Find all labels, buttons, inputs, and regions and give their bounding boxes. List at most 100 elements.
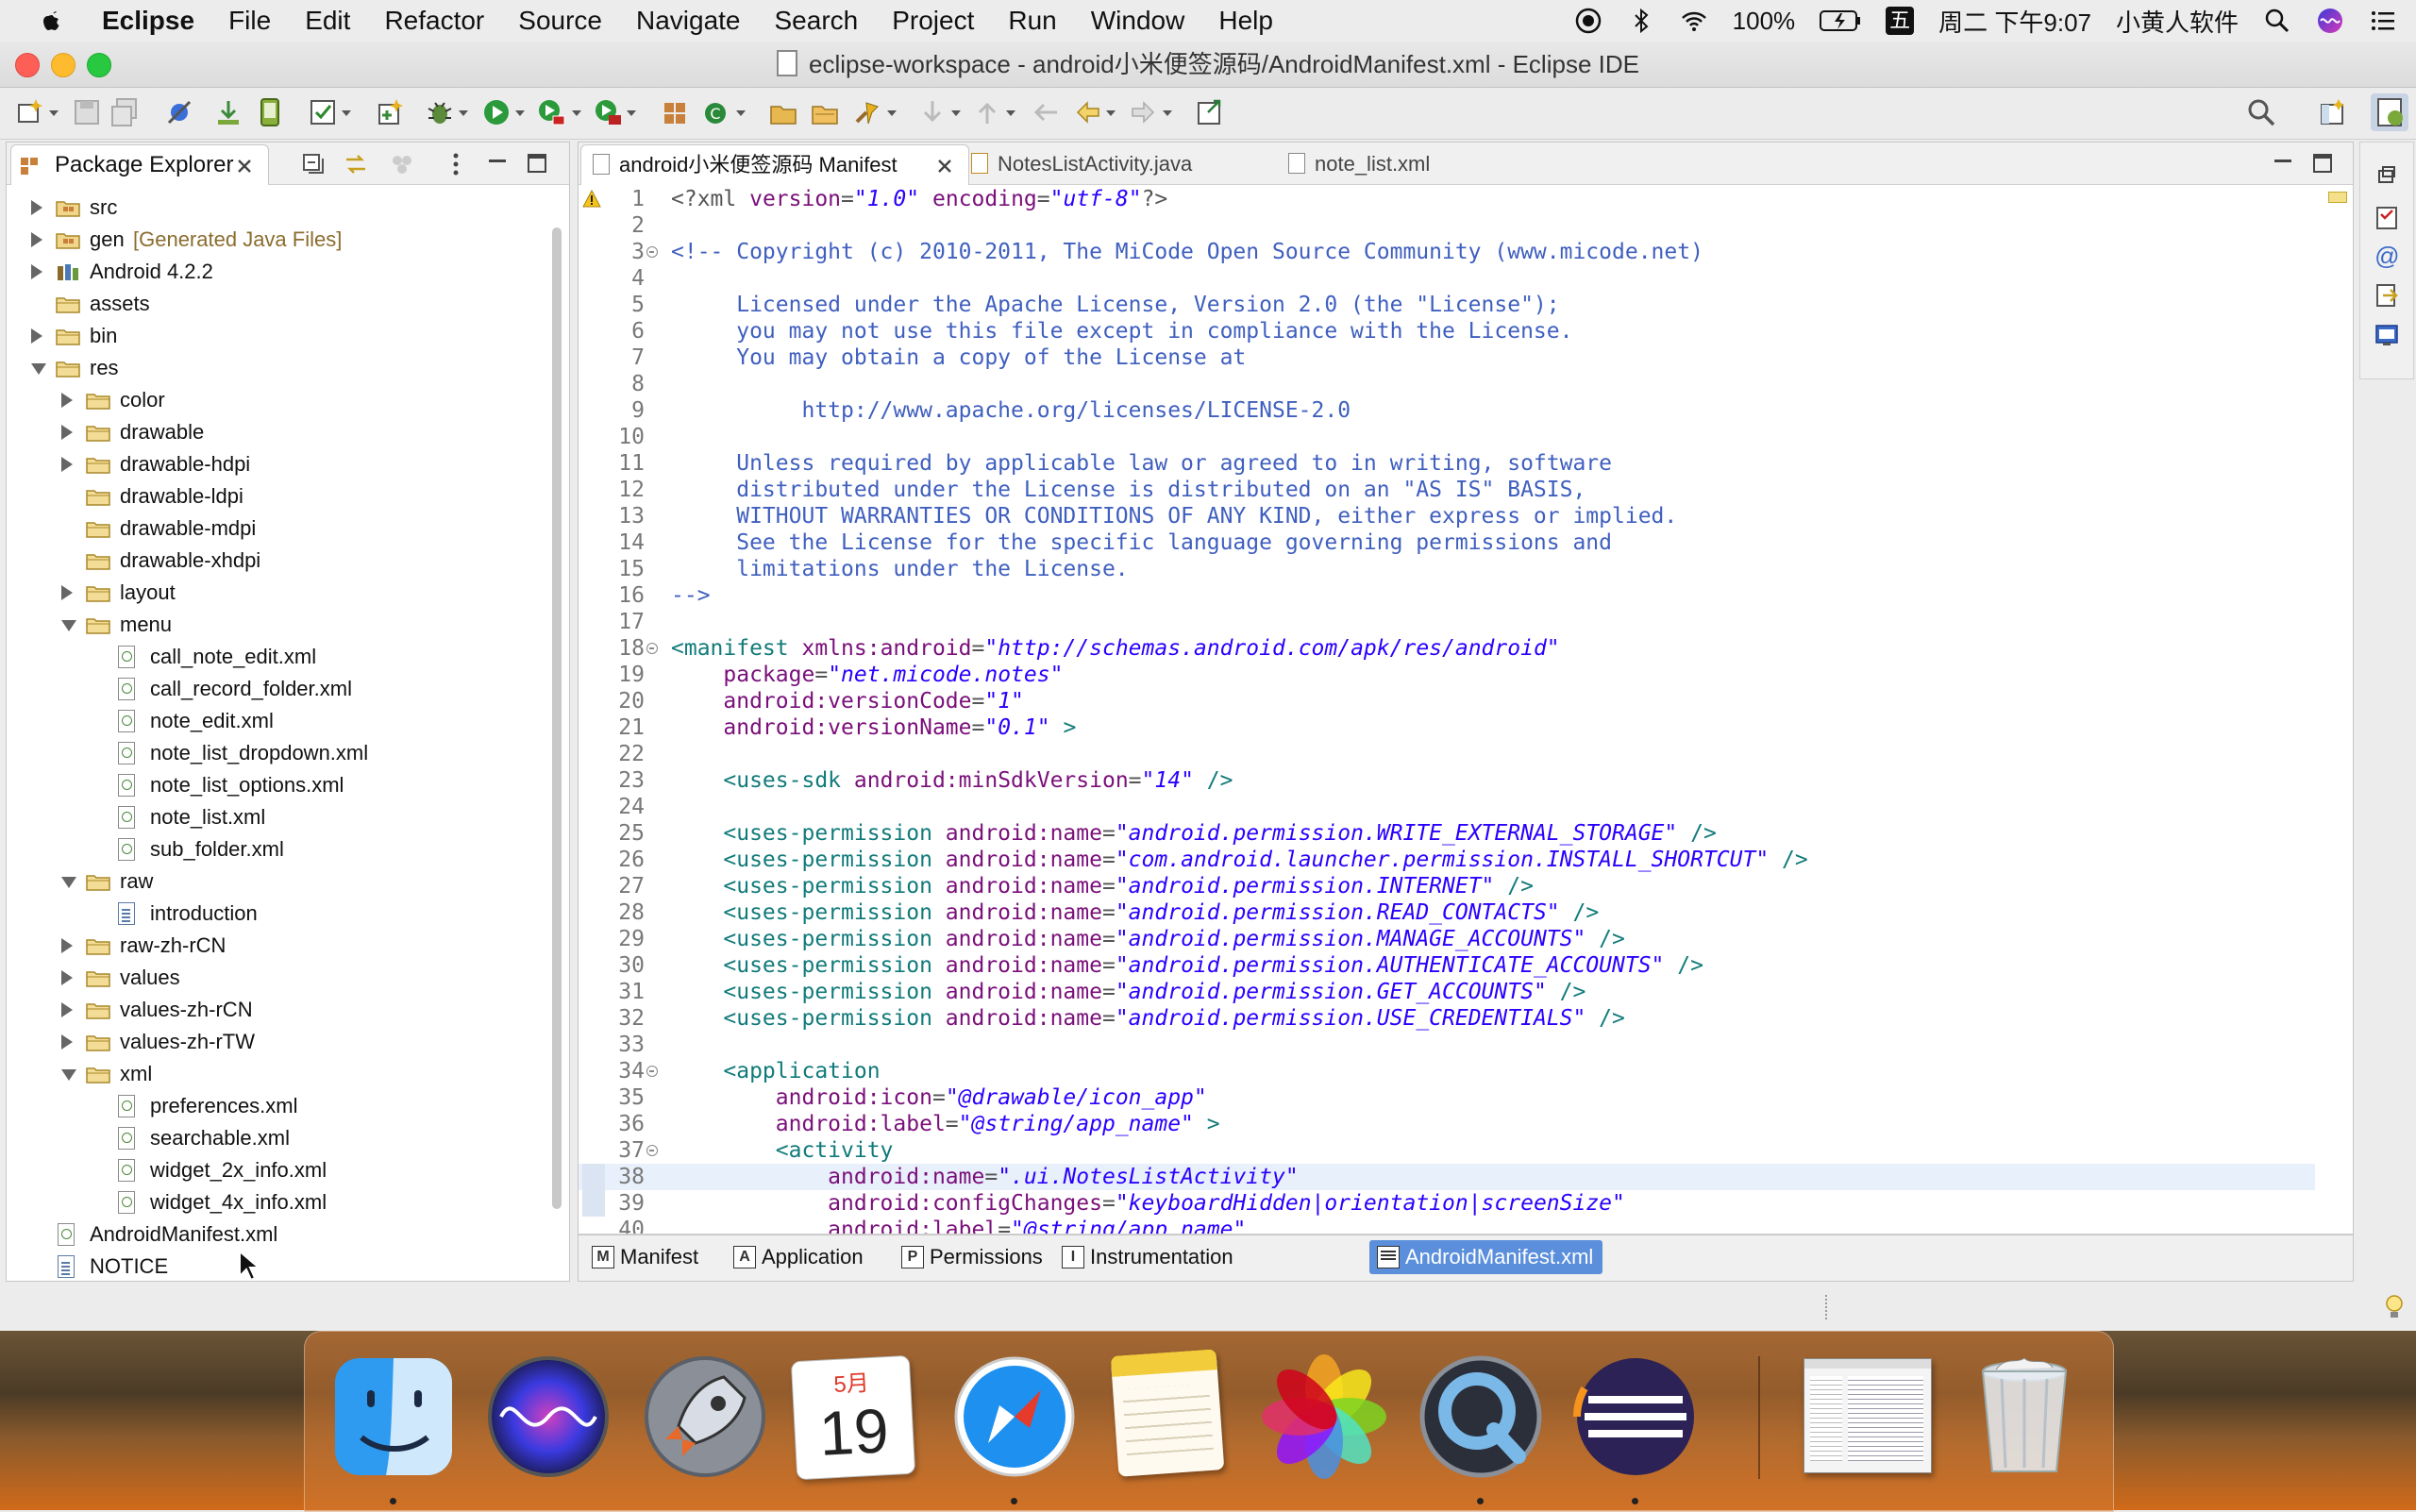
tree-item-res[interactable]: res	[7, 352, 545, 384]
code-line[interactable]: 29 <uses-permission android:name="androi…	[579, 926, 2315, 952]
code-line[interactable]: 12 distributed under the License is dist…	[579, 477, 2315, 503]
menu-search[interactable]: Search	[775, 6, 859, 36]
collapsed-twisty-icon[interactable]	[31, 264, 42, 279]
forward-dropdown[interactable]	[1163, 110, 1172, 116]
collapsed-twisty-icon[interactable]	[61, 970, 73, 985]
code-line[interactable]: 33	[579, 1032, 2315, 1058]
open-resource-icon[interactable]	[810, 97, 840, 127]
siri-icon[interactable]	[2316, 7, 2344, 35]
tree-item-drawable-hdpi[interactable]: drawable-hdpi	[7, 448, 545, 480]
menu-refactor[interactable]: Refactor	[384, 6, 484, 36]
code-line[interactable]: 11 Unless required by applicable law or …	[579, 450, 2315, 477]
fold-toggle-icon[interactable]	[646, 1145, 658, 1156]
new-wizard-icon[interactable]	[15, 97, 45, 127]
safari-icon[interactable]	[948, 1351, 1081, 1483]
tree-item-note-edit-xml[interactable]: note_edit.xml	[7, 705, 545, 737]
tree-item-raw[interactable]: raw	[7, 865, 545, 898]
code-line[interactable]: 20 android:versionCode="1"	[579, 688, 2315, 714]
run-icon[interactable]	[481, 97, 512, 127]
page-tab-application[interactable]: A Application	[726, 1240, 873, 1274]
page-tab-manifest[interactable]: M Manifest	[584, 1240, 708, 1274]
new-wizard-dropdown[interactable]	[49, 110, 59, 116]
notes-icon[interactable]	[1110, 1349, 1225, 1477]
next-annotation-dropdown[interactable]	[951, 110, 961, 116]
minimized-window-thumbnail[interactable]	[1804, 1358, 1932, 1473]
code-line[interactable]: 3 <!-- Copyright (c) 2010-2011, The MiCod…	[579, 239, 2315, 265]
tree-item-gen[interactable]: gen [Generated Java Files]	[7, 224, 545, 256]
debug-icon[interactable]	[425, 97, 455, 127]
coverage-icon[interactable]	[536, 97, 566, 127]
menubar-clock[interactable]: 周二 下午9:07	[1938, 4, 2091, 39]
tree-item-drawable-mdpi[interactable]: drawable-mdpi	[7, 512, 545, 545]
tip-lightbulb-icon[interactable]	[2384, 1293, 2405, 1321]
collapse-all-icon[interactable]	[301, 152, 326, 176]
app-menu-eclipse[interactable]: Eclipse	[102, 6, 194, 36]
maximize-view-icon[interactable]	[526, 152, 548, 175]
collapsed-twisty-icon[interactable]	[61, 938, 73, 953]
tree-item-drawable-xhdpi[interactable]: drawable-xhdpi	[7, 545, 545, 577]
tree-item-preferences-xml[interactable]: preferences.xml	[7, 1090, 545, 1122]
finder-icon[interactable]	[327, 1351, 460, 1483]
back-icon[interactable]	[1072, 97, 1102, 127]
calendar-icon[interactable]: 5月 19	[790, 1354, 916, 1481]
tree-item-src[interactable]: src	[7, 192, 545, 224]
code-line[interactable]: 4	[579, 265, 2315, 292]
tree-item-values[interactable]: values	[7, 962, 545, 994]
screen-record-icon[interactable]	[1574, 7, 1602, 35]
code-line[interactable]: 24	[579, 794, 2315, 820]
tree-item-bin[interactable]: bin	[7, 320, 545, 352]
collapsed-twisty-icon[interactable]	[61, 393, 73, 408]
tree-item-androidmanifest-xml[interactable]: AndroidManifest.xml	[7, 1218, 545, 1251]
view-menu-icon[interactable]	[450, 152, 461, 176]
debug-dropdown[interactable]	[459, 110, 468, 116]
collapsed-twisty-icon[interactable]	[61, 585, 73, 600]
close-tab-icon[interactable]	[936, 158, 953, 175]
page-tab-androidmanifest-xml[interactable]: AndroidManifest.xml	[1369, 1240, 1603, 1274]
eclipse-dock-icon[interactable]	[1569, 1351, 1702, 1483]
menu-help[interactable]: Help	[1218, 6, 1273, 36]
android-avd-manager-icon[interactable]	[255, 97, 285, 127]
console-icon[interactable]	[2374, 322, 2400, 348]
close-view-icon[interactable]	[236, 158, 253, 175]
tree-item-note-list-dropdown-xml[interactable]: note_list_dropdown.xml	[7, 737, 545, 769]
code-line[interactable]: 23 <uses-sdk android:minSdkVersion="14" …	[579, 767, 2315, 794]
expanded-twisty-icon[interactable]	[61, 620, 76, 631]
declaration-icon[interactable]	[2374, 282, 2400, 309]
new-java-package-icon[interactable]	[661, 97, 691, 127]
code-line[interactable]: 32 <uses-permission android:name="androi…	[579, 1005, 2315, 1032]
lint-dropdown[interactable]	[342, 110, 351, 116]
menu-source[interactable]: Source	[518, 6, 602, 36]
tree-item-values-zh-rtw[interactable]: values-zh-rTW	[7, 1026, 545, 1058]
skip-breakpoints-icon[interactable]	[164, 97, 194, 127]
input-method-indicator[interactable]: 五	[1886, 7, 1915, 35]
expanded-twisty-icon[interactable]	[61, 1069, 76, 1081]
collapsed-twisty-icon[interactable]	[61, 457, 73, 472]
page-tab-permissions[interactable]: P Permissions	[894, 1240, 1052, 1274]
editor-tab-note-list-xml[interactable]: note_list.xml	[1277, 144, 1522, 184]
spotlight-search-icon[interactable]	[2263, 7, 2291, 35]
collapsed-twisty-icon[interactable]	[61, 1002, 73, 1017]
code-line[interactable]: 28 <uses-permission android:name="androi…	[579, 899, 2315, 926]
tree-item-values-zh-rcn[interactable]: values-zh-rCN	[7, 994, 545, 1026]
focus-on-task-icon[interactable]	[390, 152, 414, 176]
overview-ruler-warning[interactable]	[2328, 192, 2347, 203]
tree-item-color[interactable]: color	[7, 384, 545, 416]
collapsed-twisty-icon[interactable]	[31, 328, 42, 344]
previous-annotation-dropdown[interactable]	[1006, 110, 1015, 116]
task-list-icon[interactable]	[2374, 205, 2400, 231]
apple-menu-icon[interactable]	[38, 7, 66, 35]
link-with-editor-icon[interactable]	[343, 152, 369, 176]
last-edit-location-icon[interactable]	[1031, 97, 1061, 127]
code-line[interactable]: 21 android:versionName="0.1" >	[579, 714, 2315, 741]
code-line[interactable]: 6 you may not use this file except in co…	[579, 318, 2315, 344]
previous-annotation-icon[interactable]	[972, 97, 1002, 127]
collapsed-twisty-icon[interactable]	[61, 425, 73, 440]
new-class-dropdown[interactable]	[736, 110, 746, 116]
page-tab-instrumentation[interactable]: I Instrumentation	[1054, 1240, 1243, 1274]
tree-item-raw-zh-rcn[interactable]: raw-zh-rCN	[7, 930, 545, 962]
code-line[interactable]: 5 Licensed under the Apache License, Ver…	[579, 292, 2315, 318]
bluetooth-icon[interactable]	[1627, 7, 1655, 35]
maximize-editor-icon[interactable]	[2311, 152, 2334, 175]
collapsed-twisty-icon[interactable]	[31, 232, 42, 247]
editor-tab-noteslistactivity[interactable]: NotesListActivity.java	[960, 144, 1262, 184]
